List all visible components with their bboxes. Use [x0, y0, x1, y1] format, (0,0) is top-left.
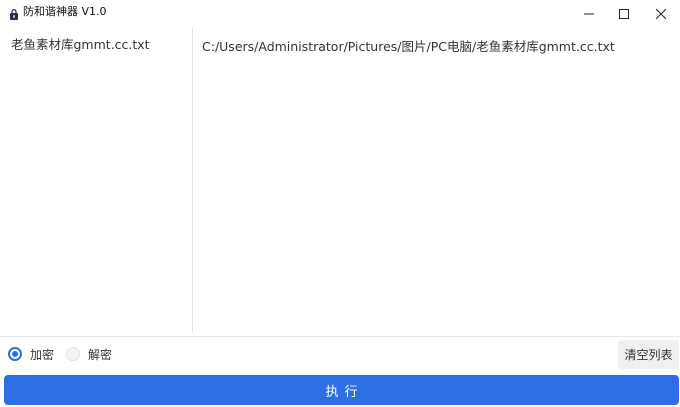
- radio-checked-icon: [8, 347, 22, 361]
- path-list[interactable]: C:/Users/Administrator/Pictures/图片/PC电脑/…: [193, 28, 680, 332]
- encrypt-radio[interactable]: 加密: [8, 346, 54, 362]
- maximize-button[interactable]: [607, 0, 641, 26]
- encrypt-label: 加密: [30, 347, 55, 362]
- decrypt-label: 解密: [88, 347, 113, 362]
- radio-unchecked-icon: [66, 347, 80, 361]
- decrypt-radio[interactable]: 解密: [66, 346, 112, 362]
- app-window: 防和谐神器 V1.0 老鱼素材库gmmt.cc.txt C:/Users/Adm…: [0, 0, 680, 407]
- path-item[interactable]: C:/Users/Administrator/Pictures/图片/PC电脑/…: [202, 36, 615, 55]
- execute-button[interactable]: 执行: [4, 375, 679, 405]
- bottom-divider: [0, 336, 680, 337]
- minimize-icon: [584, 4, 594, 23]
- close-icon: [655, 4, 667, 23]
- list-item[interactable]: 老鱼素材库gmmt.cc.txt: [11, 34, 150, 53]
- minimize-button[interactable]: [572, 0, 606, 26]
- close-button[interactable]: [644, 0, 678, 26]
- clear-list-button[interactable]: 清空列表: [618, 340, 679, 369]
- app-icon: [8, 6, 20, 20]
- title-bar[interactable]: 防和谐神器 V1.0: [0, 0, 680, 26]
- file-list[interactable]: 老鱼素材库gmmt.cc.txt: [0, 28, 192, 332]
- maximize-icon: [619, 4, 629, 23]
- window-title: 防和谐神器 V1.0: [23, 5, 107, 18]
